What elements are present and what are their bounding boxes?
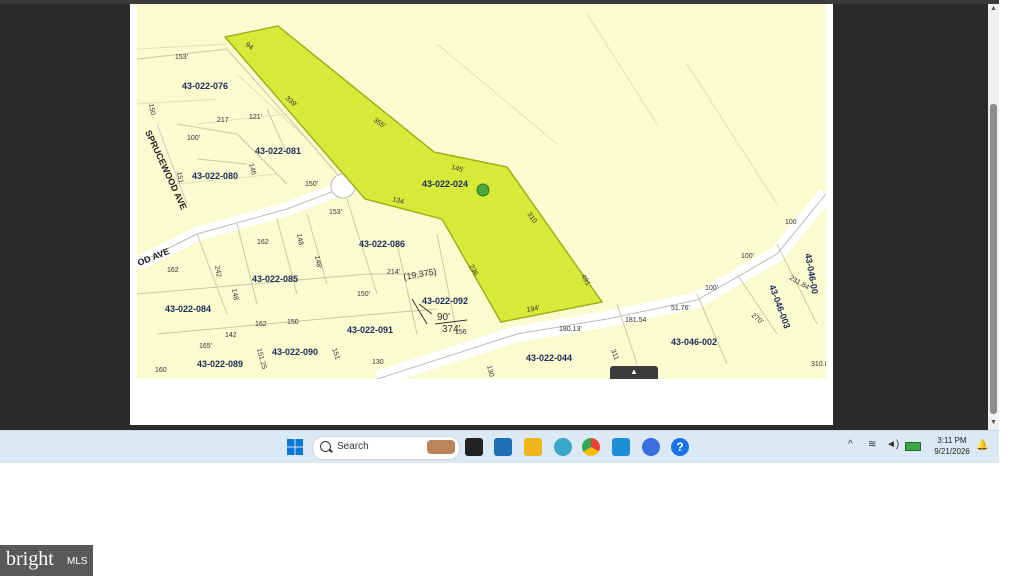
svg-text:90': 90' (437, 312, 450, 323)
store-icon[interactable] (494, 438, 512, 456)
svg-text:51.76': 51.76' (671, 305, 690, 312)
windows-start-icon[interactable] (286, 438, 304, 456)
document-page: 43-022-024 43-022-076 43-022-081 43-022-… (130, 4, 833, 425)
help-icon[interactable]: ? (671, 438, 689, 456)
svg-text:151: 151 (330, 347, 341, 360)
search-icon (320, 441, 331, 452)
svg-text:150: 150 (287, 319, 299, 326)
svg-text:148': 148' (313, 255, 322, 269)
svg-text:150: 150 (147, 103, 156, 116)
parcel-label-091: 43-022-091 (347, 325, 393, 335)
svg-text:121': 121' (249, 114, 262, 121)
svg-text:146: 146 (247, 163, 257, 176)
document-viewer: 43-022-024 43-022-076 43-022-081 43-022-… (0, 0, 999, 430)
svg-text:142: 142 (225, 332, 237, 339)
vertical-scrollbar[interactable]: ▲ ▼ (988, 4, 999, 430)
svg-text:217: 217 (217, 117, 229, 124)
svg-text:100': 100' (705, 285, 718, 292)
svg-text:148: 148 (295, 233, 304, 246)
volume-icon[interactable]: ◄) (886, 439, 899, 450)
app-icon[interactable] (554, 438, 572, 456)
parcel-label-046-003: 43-046-003 (767, 283, 792, 330)
svg-text:181.54: 181.54 (625, 317, 647, 324)
chrome-icon[interactable] (582, 438, 600, 456)
svg-text:180.13': 180.13' (559, 326, 582, 333)
parcel-label-080: 43-022-080 (192, 171, 238, 181)
svg-text:310.8': 310.8' (811, 361, 826, 368)
clock-date[interactable]: 9/21/2026 (926, 447, 978, 456)
svg-text:151.25: 151.25 (255, 348, 267, 371)
svg-text:150': 150' (357, 291, 370, 298)
svg-text:270': 270' (750, 312, 764, 326)
svg-text:156: 156 (455, 329, 467, 336)
show-hidden-icons-chevron-icon[interactable]: ^ (848, 439, 853, 450)
outlook-icon[interactable] (612, 438, 630, 456)
scroll-down-arrow-icon[interactable]: ▼ (989, 418, 998, 428)
parcel-label-046-002: 43-046-002 (671, 337, 717, 347)
parcel-label-089: 43-022-089 (197, 359, 243, 369)
parcel-label-086: 43-022-086 (359, 239, 405, 249)
clock-time[interactable]: 3:11 PM (932, 436, 972, 445)
notification-bell-icon[interactable]: 🔔 (976, 440, 988, 451)
parcel-label-092: 43-022-092 (422, 296, 468, 306)
bright-mls-watermark: bright MLS (0, 545, 93, 576)
svg-text:165': 165' (199, 343, 212, 350)
svg-text:148: 148 (230, 288, 239, 301)
svg-text:130: 130 (372, 359, 384, 366)
search-label: Search (337, 441, 369, 452)
task-view-icon[interactable] (465, 438, 483, 456)
taskbar-search-box[interactable]: Search (312, 436, 460, 460)
battery-icon[interactable] (905, 442, 921, 451)
search-highlight-icon (427, 440, 455, 454)
windows-taskbar: Search ? ^ ≋ ◄) 3:11 PM 9/21/2026 🔔 (0, 430, 999, 463)
collapse-toolbar-button[interactable]: ▲ (610, 366, 658, 379)
file-explorer-icon[interactable] (524, 438, 542, 456)
wifi-icon[interactable]: ≋ (868, 439, 876, 450)
watermark-suffix: MLS (67, 556, 88, 567)
svg-text:150': 150' (305, 181, 318, 188)
svg-text:(19,375): (19,375) (403, 266, 438, 282)
parcel-label-076: 43-022-076 (182, 81, 228, 91)
svg-text:162: 162 (255, 321, 267, 328)
parcel-label-090: 43-022-090 (272, 347, 318, 357)
parcel-label-084: 43-022-084 (165, 304, 211, 314)
svg-text:100': 100' (187, 135, 200, 142)
svg-text:311: 311 (609, 348, 619, 361)
svg-text:162: 162 (257, 239, 269, 246)
svg-text:162: 162 (167, 267, 179, 274)
parcel-label-081: 43-022-081 (255, 146, 301, 156)
edge-icon[interactable] (642, 438, 660, 456)
svg-text:214': 214' (387, 269, 400, 276)
scroll-up-arrow-icon[interactable]: ▲ (989, 4, 998, 14)
svg-text:160: 160 (155, 367, 167, 374)
street-label-sprucewood: SPRUCEWOOD AVE (143, 129, 189, 212)
parcel-label-subject: 43-022-024 (422, 179, 468, 189)
scrollbar-thumb[interactable] (990, 104, 997, 414)
svg-text:100: 100 (785, 219, 797, 226)
svg-text:153': 153' (175, 54, 188, 61)
tax-map: 43-022-024 43-022-076 43-022-081 43-022-… (137, 4, 826, 379)
location-pin (476, 183, 490, 197)
svg-text:100': 100' (741, 253, 754, 260)
tax-map-svg: 43-022-024 43-022-076 43-022-081 43-022-… (137, 13, 826, 379)
parcel-label-044: 43-022-044 (526, 353, 572, 363)
svg-text:242: 242 (213, 265, 222, 278)
parcel-label-085: 43-022-085 (252, 274, 298, 284)
svg-text:130: 130 (485, 365, 495, 378)
svg-text:153': 153' (329, 209, 342, 216)
watermark-brand: bright (6, 548, 54, 570)
